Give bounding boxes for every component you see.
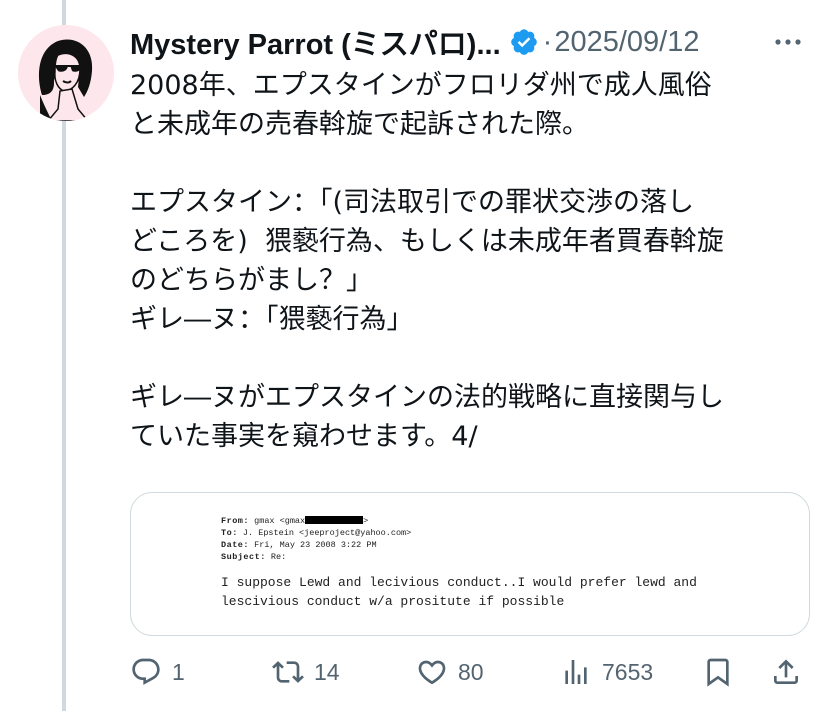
email-body-line-2: lescivious conduct w/a prositute if poss… bbox=[221, 594, 565, 609]
share-icon bbox=[774, 659, 798, 684]
tweet-header: Mystery Parrot (ミスパロ)... · 2025/09/12 bbox=[130, 22, 820, 62]
retweet-button[interactable]: 14 bbox=[272, 650, 340, 694]
email-date-value: Fri, May 23 2008 3:22 PM bbox=[254, 540, 377, 550]
views-count: 7653 bbox=[602, 658, 654, 685]
email-from-suffix: > bbox=[363, 516, 369, 526]
views-chart-icon bbox=[565, 660, 587, 684]
header-separator: · bbox=[542, 25, 553, 58]
reply-button[interactable]: 1 bbox=[130, 650, 185, 694]
author-display-name[interactable]: Mystery Parrot (ミスパロ)... bbox=[130, 21, 501, 63]
verified-badge-icon[interactable] bbox=[509, 27, 539, 57]
retweet-icon bbox=[272, 661, 304, 683]
like-button[interactable]: 80 bbox=[416, 650, 484, 694]
more-options-icon[interactable] bbox=[770, 28, 806, 56]
retweet-count: 14 bbox=[314, 658, 340, 685]
email-screenshot: From: gmax <gmax > To: J. Epstein <jeepro… bbox=[221, 515, 697, 611]
email-body-line-1: I suppose Lewd and lecivious conduct..I … bbox=[221, 575, 697, 590]
email-from-row: From: gmax <gmax > bbox=[221, 515, 697, 527]
share-button[interactable] bbox=[770, 650, 802, 694]
redaction-bar bbox=[305, 516, 364, 524]
email-subject-value: Re: bbox=[270, 552, 287, 562]
bookmark-icon bbox=[707, 658, 729, 687]
email-date-label: Date: bbox=[221, 540, 250, 550]
tweet-text: 2008年、エプスタインがフロリダ州で成人風俗 と未成年の売春斡旋で起訴された際… bbox=[130, 70, 724, 452]
like-count: 80 bbox=[458, 658, 484, 685]
email-subject-label: Subject: bbox=[221, 552, 266, 562]
email-from-value: gmax <gmax bbox=[254, 516, 306, 526]
bookmark-button[interactable] bbox=[702, 650, 734, 694]
tweet-timestamp[interactable]: 2025/09/12 bbox=[554, 26, 699, 59]
email-from-label: From: bbox=[221, 516, 250, 526]
views-button[interactable]: 7653 bbox=[560, 650, 653, 694]
avatar[interactable] bbox=[18, 25, 114, 121]
reply-icon bbox=[132, 658, 160, 685]
email-subject-row: Subject: Re: bbox=[221, 551, 697, 563]
attached-image[interactable]: From: gmax <gmax > To: J. Epstein <jeepro… bbox=[130, 492, 810, 636]
email-to-label: To: bbox=[221, 528, 238, 538]
tweet-actions-bar: 1 14 80 7653 bbox=[130, 650, 810, 694]
email-to-value: J. Epstein <jeeproject@yahoo.com> bbox=[242, 528, 412, 538]
email-date-row: Date: Fri, May 23 2008 3:22 PM bbox=[221, 539, 697, 551]
reply-count: 1 bbox=[172, 658, 185, 685]
email-to-row: To: J. Epstein <jeeproject@yahoo.com> bbox=[221, 527, 697, 539]
heart-icon bbox=[418, 660, 446, 685]
woman-with-sunglasses-avatar-icon bbox=[18, 25, 114, 121]
